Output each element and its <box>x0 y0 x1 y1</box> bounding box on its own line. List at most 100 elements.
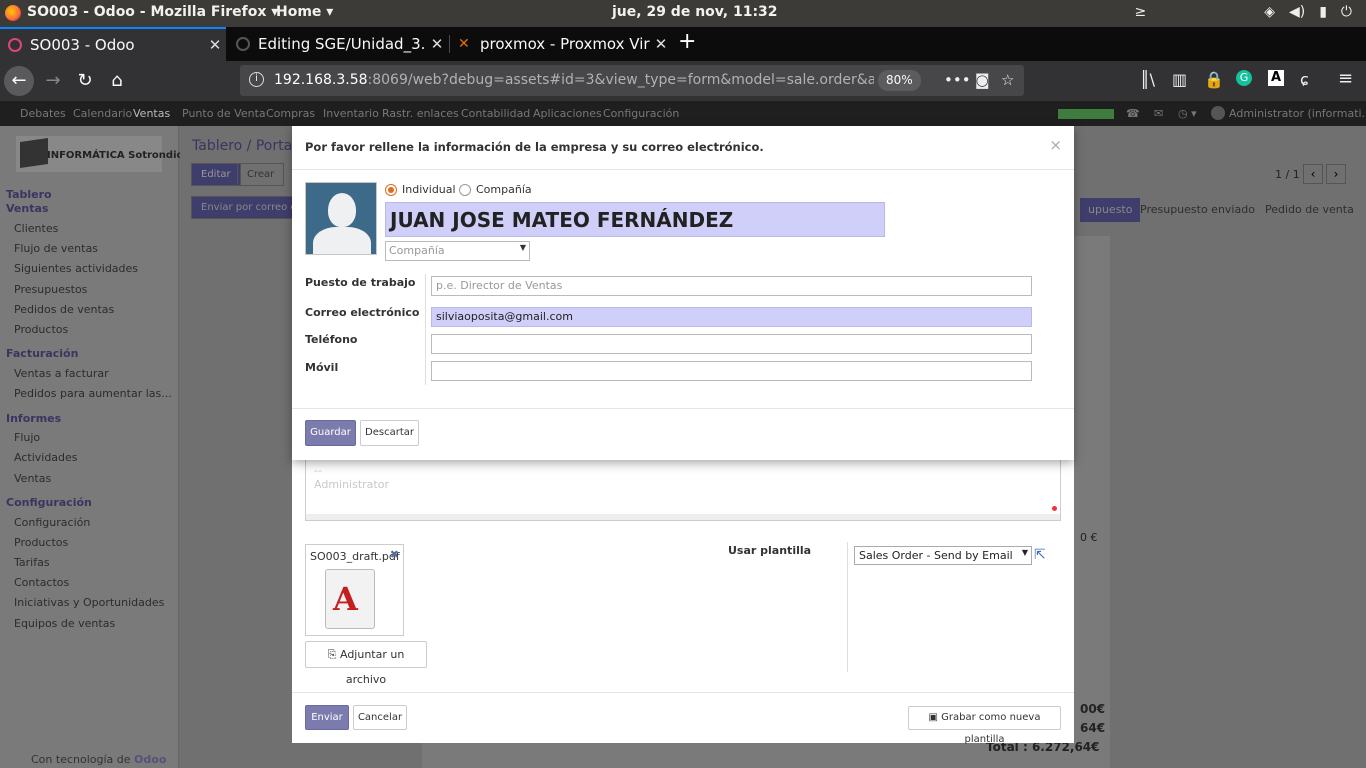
send-button[interactable]: Enviar <box>305 705 349 730</box>
sidebar-item-clientes[interactable]: Clientes <box>14 222 58 235</box>
terminal-icon[interactable]: ≥ <box>1134 4 1146 20</box>
clock[interactable]: jue, 29 de nov, 11:32 <box>612 4 778 20</box>
url-bar[interactable]: i 192.168.3.58:8069/web?debug=assets#id=… <box>240 65 1024 96</box>
create-button[interactable]: Crear <box>237 163 285 186</box>
editor-resize-handle[interactable] <box>306 514 1060 520</box>
battery-icon[interactable]: ▮ <box>1319 4 1327 20</box>
sidebar-item-ventas-facturar[interactable]: Ventas a facturar <box>14 367 109 380</box>
menu-item-pos[interactable]: Punto de Venta <box>182 107 266 120</box>
external-link-icon[interactable]: ⇱ <box>1034 547 1049 563</box>
sidebar-item-contactos[interactable]: Contactos <box>14 576 69 589</box>
forward-arrow-icon[interactable]: → <box>38 66 68 96</box>
avatar[interactable] <box>1211 106 1225 120</box>
attachment-card[interactable]: SO003_draft.pdf ✖ A <box>305 544 404 636</box>
phone-icon[interactable]: ☎ <box>1126 107 1140 120</box>
reload-icon[interactable]: ↻ <box>70 66 100 96</box>
sidebar-item-pedidos[interactable]: Pedidos de ventas <box>14 303 114 316</box>
font-extension-icon[interactable]: A <box>1268 70 1284 86</box>
template-select[interactable]: Sales Order - Send by Email ▼ <box>854 546 1032 565</box>
menu-item-inventario[interactable]: Inventario <box>323 107 379 120</box>
discard-button[interactable]: Descartar <box>360 420 419 446</box>
sidebar-item-pedidos-aumentar[interactable]: Pedidos para aumentar las... <box>14 387 172 400</box>
back-arrow-icon[interactable]: ← <box>4 66 34 96</box>
menu-item-aplicaciones[interactable]: Aplicaciones <box>533 107 602 120</box>
site-info-icon[interactable]: i <box>249 72 264 87</box>
company-select[interactable]: Compañía ▼ <box>385 241 530 261</box>
menu-item-contabilidad[interactable]: Contabilidad <box>461 107 530 120</box>
library-icon[interactable]: ║\ <box>1140 70 1155 89</box>
attach-file-button[interactable]: ⎘ Adjuntar un archivo <box>305 641 427 686</box>
zoom-indicator[interactable]: 80% <box>878 70 921 91</box>
new-tab-icon[interactable]: + <box>678 29 696 54</box>
page-actions-icon[interactable]: ••• <box>944 71 971 89</box>
save-button[interactable]: Guardar <box>305 420 356 446</box>
status-step-presupuesto[interactable]: upuesto <box>1080 198 1141 222</box>
save-as-template-button[interactable]: ▣ Grabar como nueva plantilla <box>908 706 1061 745</box>
edit-button[interactable]: Editar <box>191 163 241 186</box>
phone-field[interactable] <box>431 334 1032 354</box>
email-field[interactable]: silviaoposita@gmail.com <box>431 307 1032 327</box>
close-tab-icon[interactable]: ✕ <box>650 35 672 53</box>
sidebar-item-presupuestos[interactable]: Presupuestos <box>14 283 87 296</box>
partner-name-input[interactable]: JUAN JOSE MATEO FERNÁNDEZ <box>385 202 885 237</box>
sidebar-icon[interactable]: ▥ <box>1172 70 1187 89</box>
sidebar-item-informes-ventas[interactable]: Ventas <box>14 472 51 485</box>
sidebar-tablero[interactable]: Tablero <box>6 188 52 201</box>
sidebar-item-actividades[interactable]: Siguientes actividades <box>14 262 138 275</box>
status-step-enviado[interactable]: Presupuesto enviado <box>1140 198 1255 222</box>
extension-icon[interactable]: ɕ <box>1300 70 1309 89</box>
close-icon[interactable]: × <box>1049 136 1062 154</box>
radio-company[interactable]: Compañía <box>459 183 532 196</box>
menu-item-configuracion[interactable]: Configuración <box>603 107 679 120</box>
sidebar-item-productos[interactable]: Productos <box>14 323 68 336</box>
activity-icon[interactable]: ◷ ▾ <box>1178 107 1197 120</box>
close-tab-icon[interactable]: ✕ <box>204 36 226 54</box>
wifi-icon[interactable]: ◈ <box>1264 4 1275 20</box>
email-body-editor[interactable]: -- Administrator <box>305 456 1061 521</box>
cancel-button[interactable]: Cancelar <box>353 705 407 730</box>
breadcrumb[interactable]: Tablero / Porta <box>192 138 292 154</box>
places-menu[interactable]: Home ▾ <box>276 4 333 20</box>
status-step-pedido[interactable]: Pedido de venta <box>1265 198 1354 222</box>
pager-prev-icon[interactable]: ‹ <box>1303 164 1323 184</box>
pocket-icon[interactable]: ◙ <box>975 71 990 89</box>
job-input[interactable]: p.e. Director de Ventas <box>431 276 1032 296</box>
sidebar-item-flujo-ventas[interactable]: Flujo de ventas <box>14 242 98 255</box>
sidebar-item-tarifas[interactable]: Tarifas <box>14 556 50 569</box>
remove-attachment-icon[interactable]: ✖ <box>390 548 399 561</box>
sidebar-item-equipos[interactable]: Equipos de ventas <box>14 617 115 630</box>
chat-icon[interactable]: ✉ <box>1154 107 1163 120</box>
radio-individual-button[interactable] <box>385 183 397 196</box>
tab-odoo[interactable]: SO003 - Odoo ✕ <box>0 27 226 61</box>
power-icon[interactable]: ⏻ <box>1341 4 1352 20</box>
menu-item-calendario[interactable]: Calendario <box>73 107 132 120</box>
hamburger-menu-icon[interactable]: ≡ <box>1338 68 1353 89</box>
bookmark-star-icon[interactable]: ☆ <box>1001 71 1014 89</box>
user-menu[interactable]: Administrator (informati... <box>1229 107 1366 120</box>
sidebar-item-informes-actividades[interactable]: Actividades <box>14 451 78 464</box>
menu-item-compras[interactable]: Compras <box>266 107 315 120</box>
tab-proxmox[interactable]: ✕ proxmox - Proxmox Virt ✕ <box>450 27 672 61</box>
menu-item-enlaces[interactable]: Rastr. enlaces <box>382 107 459 120</box>
close-tab-icon[interactable]: ✕ <box>426 35 448 53</box>
grammarly-icon[interactable]: G <box>1236 70 1252 86</box>
attachment-name[interactable]: SO003_draft.pdf <box>310 550 400 563</box>
odoo-brand[interactable]: Odoo <box>134 753 166 766</box>
partner-avatar[interactable] <box>305 182 377 255</box>
menu-item-debates[interactable]: Debates <box>20 107 66 120</box>
app-menu[interactable]: SO003 - Odoo - Mozilla Firefox ▾ <box>27 4 278 20</box>
menu-item-ventas[interactable]: Ventas <box>133 107 170 120</box>
radio-company-button[interactable] <box>459 183 471 196</box>
home-icon[interactable]: ⌂ <box>102 66 132 96</box>
sidebar-item-flujo[interactable]: Flujo <box>14 431 40 444</box>
pager-next-icon[interactable]: › <box>1326 164 1346 184</box>
tab-editing[interactable]: Editing SGE/Unidad_3.m ✕ <box>228 27 448 61</box>
sidebar-item-iniciativas[interactable]: Iniciativas y Oportunidades <box>14 596 164 609</box>
sidebar-item-config-productos[interactable]: Productos <box>14 536 68 549</box>
radio-individual[interactable]: Individual <box>385 183 456 196</box>
sidebar-item-configuracion[interactable]: Configuración <box>14 516 90 529</box>
lock-extension-icon[interactable]: 🔒 <box>1204 70 1224 89</box>
url-text[interactable]: 192.168.3.58:8069/web?debug=assets#id=3&… <box>274 72 874 88</box>
volume-icon[interactable]: ◀) <box>1289 4 1305 20</box>
mobile-field[interactable] <box>431 361 1032 381</box>
